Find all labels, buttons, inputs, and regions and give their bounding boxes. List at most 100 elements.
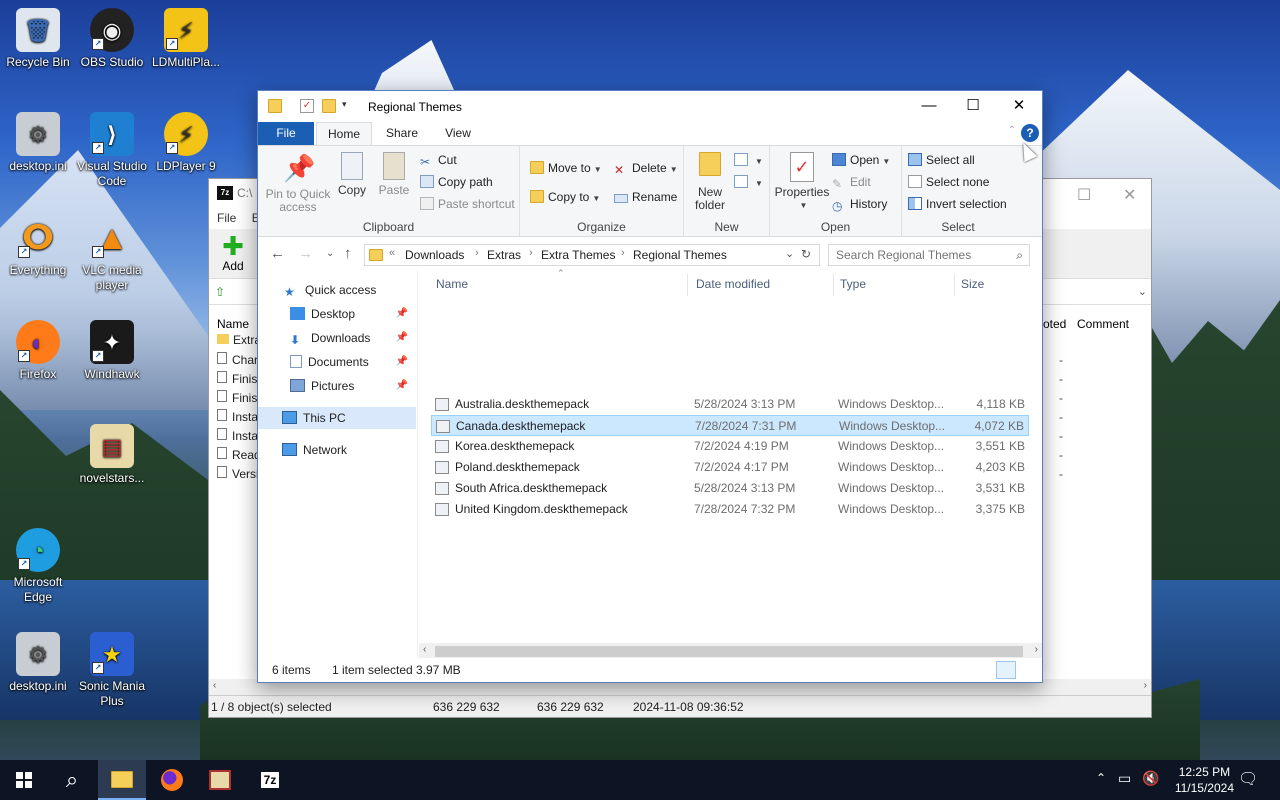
- column-size[interactable]: Size: [961, 277, 984, 291]
- move-to-button[interactable]: Move to ▼: [530, 158, 602, 178]
- help-icon[interactable]: ?: [1021, 124, 1039, 142]
- nav-quick-access[interactable]: ★ Quick access: [258, 279, 416, 301]
- desktop-icon-sonic-mania[interactable]: ★ ↗ Sonic Mania Plus: [74, 632, 150, 709]
- copy-to-button[interactable]: Copy to ▼: [530, 187, 600, 207]
- taskbar-novelstars[interactable]: [196, 760, 244, 800]
- list-item[interactable]: Char: [217, 352, 258, 371]
- table-row[interactable]: Korea.deskthemepack 7/2/2024 4:19 PM Win…: [431, 436, 1029, 457]
- copy-path-button[interactable]: Copy path: [420, 172, 493, 192]
- breadcrumb-overflow[interactable]: «: [389, 247, 395, 259]
- taskbar-clock[interactable]: 12:25 PM 11/15/2024: [1175, 764, 1234, 796]
- breadcrumb-extra-themes[interactable]: Extra Themes: [541, 248, 615, 262]
- taskbar-7zip[interactable]: 7z: [246, 760, 294, 800]
- list-item[interactable]: Finis: [217, 371, 257, 390]
- scrollbar-thumb[interactable]: [435, 646, 1023, 657]
- column-divider[interactable]: [687, 274, 688, 296]
- delete-button[interactable]: ✕ Delete ▼: [614, 158, 678, 178]
- dropdown-chevron-icon[interactable]: ⌄: [1138, 285, 1147, 298]
- breadcrumb-separator-icon[interactable]: ›: [475, 247, 479, 259]
- show-hidden-icons-chevron-icon[interactable]: ⌃: [1096, 771, 1106, 800]
- column-name[interactable]: Name: [436, 277, 468, 291]
- table-row[interactable]: South Africa.deskthemepack 5/28/2024 3:1…: [431, 478, 1029, 499]
- desktop-icon-desktop-ini-2[interactable]: ⚙ desktop.ini: [0, 632, 76, 694]
- invert-selection-button[interactable]: Invert selection: [908, 194, 1007, 214]
- forward-arrow-icon[interactable]: →: [298, 245, 313, 262]
- list-item[interactable]: Finis: [217, 390, 257, 409]
- taskbar-file-explorer[interactable]: [98, 760, 146, 800]
- properties-quick-icon[interactable]: ✓: [300, 99, 314, 113]
- nav-desktop[interactable]: Desktop 📌: [258, 303, 416, 325]
- up-folder-icon[interactable]: ⇧: [215, 285, 225, 299]
- breadcrumb-separator-icon[interactable]: ›: [529, 247, 533, 259]
- scroll-left-icon[interactable]: ‹: [423, 644, 426, 655]
- tab-share[interactable]: Share: [372, 122, 432, 145]
- paste-button[interactable]: Paste: [374, 152, 414, 197]
- copy-button[interactable]: Copy: [334, 152, 370, 197]
- list-item[interactable]: Insta: [217, 409, 258, 428]
- easy-access-button[interactable]: ▼: [734, 172, 763, 192]
- collapse-ribbon-icon[interactable]: ⌃: [1008, 125, 1016, 136]
- notifications-icon[interactable]: 🗨: [1238, 769, 1258, 800]
- properties-button[interactable]: ✓ Properties ▼: [774, 152, 830, 212]
- refresh-icon[interactable]: ↻: [801, 247, 811, 261]
- desktop-icon-recycle-bin[interactable]: 🗑 Recycle Bin: [0, 8, 76, 70]
- scroll-left-icon[interactable]: ‹: [213, 680, 216, 691]
- desktop-icon-windhawk[interactable]: ✦ ↗ Windhawk: [74, 320, 150, 382]
- taskbar-search-button[interactable]: ⌕: [48, 760, 96, 800]
- close-icon[interactable]: ✕: [996, 96, 1042, 118]
- column-divider[interactable]: [954, 274, 955, 296]
- file-explorer-window[interactable]: ✓ ▾ Regional Themes — ☐ ✕ File Home Shar…: [257, 90, 1043, 683]
- breadcrumb-regional-themes[interactable]: Regional Themes: [633, 248, 727, 262]
- new-folder-quick-icon[interactable]: [322, 99, 336, 113]
- scroll-right-icon[interactable]: ›: [1144, 680, 1147, 691]
- history-button[interactable]: ◷ History: [832, 194, 887, 214]
- explorer-titlebar[interactable]: ✓ ▾ Regional Themes — ☐ ✕: [258, 91, 1042, 122]
- rename-button[interactable]: Rename: [614, 187, 677, 207]
- search-icon[interactable]: ⌕: [1016, 248, 1023, 263]
- desktop-icon-obs-studio[interactable]: ◉ ↗ OBS Studio: [74, 8, 150, 70]
- column-date-modified[interactable]: Date modified: [696, 277, 770, 291]
- volume-muted-icon[interactable]: 🔇: [1142, 770, 1159, 800]
- desktop-icon-ldplayer[interactable]: ⚡ ↗ LDPlayer 9: [148, 112, 224, 174]
- breadcrumb-downloads[interactable]: Downloads: [405, 248, 464, 262]
- table-row[interactable]: Poland.deskthemepack 7/2/2024 4:17 PM Wi…: [431, 457, 1029, 478]
- search-box[interactable]: ⌕: [828, 244, 1030, 266]
- pin-to-quick-access-button[interactable]: 📌 Pin to Quick access: [264, 152, 332, 214]
- quick-access-dropdown-icon[interactable]: ▾: [342, 99, 356, 113]
- pin-icon[interactable]: 📌: [396, 303, 408, 325]
- nav-pictures[interactable]: Pictures 📌: [258, 375, 416, 397]
- select-all-button[interactable]: Select all: [908, 150, 975, 170]
- table-row[interactable]: United Kingdom.deskthemepack 7/28/2024 7…: [431, 499, 1029, 520]
- up-arrow-icon[interactable]: ↑: [344, 245, 352, 262]
- new-item-button[interactable]: ▼: [734, 150, 763, 170]
- new-folder-button[interactable]: New folder: [690, 152, 730, 212]
- cut-button[interactable]: ✂ Cut: [420, 150, 457, 170]
- list-item[interactable]: Extra: [217, 333, 261, 352]
- pin-icon[interactable]: 📌: [396, 327, 408, 349]
- search-input[interactable]: [836, 245, 1006, 265]
- address-dropdown-chevron-icon[interactable]: ⌄: [785, 247, 794, 260]
- list-item[interactable]: Read: [217, 447, 261, 466]
- close-icon[interactable]: ✕: [1123, 185, 1136, 205]
- paste-shortcut-button[interactable]: Paste shortcut: [420, 194, 515, 214]
- scroll-right-icon[interactable]: ›: [1035, 644, 1038, 655]
- nav-network[interactable]: Network: [258, 439, 416, 461]
- menu-file[interactable]: File: [217, 211, 236, 225]
- desktop-icon-desktop-ini[interactable]: ⚙ desktop.ini: [0, 112, 76, 174]
- back-arrow-icon[interactable]: ←: [270, 245, 285, 262]
- column-type[interactable]: Type: [840, 277, 866, 291]
- nav-this-pc[interactable]: This PC: [258, 407, 416, 429]
- desktop-icon-everything[interactable]: ⵔ ↗ Everything: [0, 216, 76, 278]
- tab-file[interactable]: File: [258, 122, 314, 145]
- column-partial[interactable]: oted: [1043, 317, 1066, 331]
- desktop-icon-ldmultiplayer[interactable]: ⚡ ↗ LDMultiPla...: [148, 8, 224, 70]
- start-button[interactable]: [0, 760, 48, 800]
- column-comment[interactable]: Comment: [1077, 317, 1129, 331]
- tab-view[interactable]: View: [432, 122, 484, 145]
- desktop-icon-vscode[interactable]: ⟩ ↗ Visual Studio Code: [74, 112, 150, 189]
- recent-locations-chevron-icon[interactable]: ⌄: [326, 248, 334, 259]
- select-none-button[interactable]: Select none: [908, 172, 989, 192]
- list-item[interactable]: Versi: [217, 466, 259, 485]
- desktop-icon-edge[interactable]: ◔ ↗ Microsoft Edge: [0, 528, 76, 605]
- large-icons-view-icon[interactable]: [1018, 661, 1038, 679]
